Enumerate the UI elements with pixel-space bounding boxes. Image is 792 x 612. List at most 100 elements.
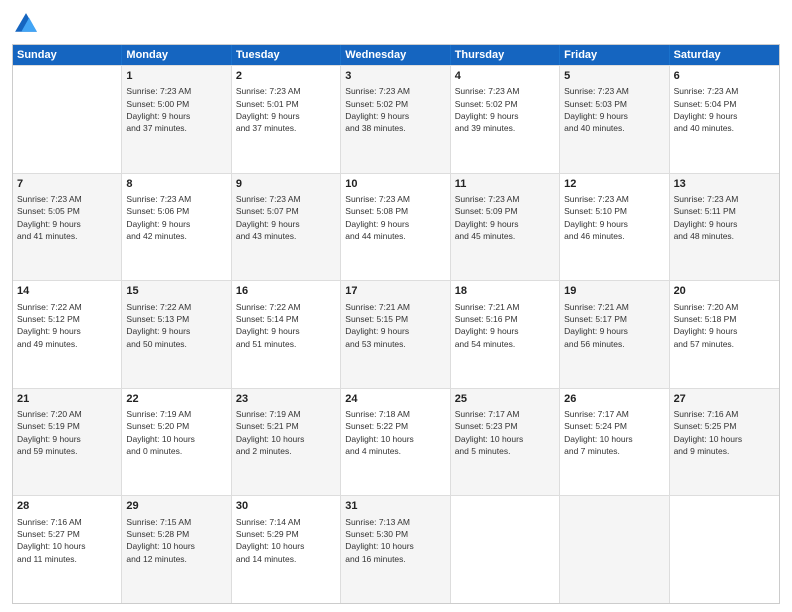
cell-text: Sunrise: 7:21 AMSunset: 5:17 PMDaylight:… (564, 301, 664, 350)
cell-text: Sunrise: 7:17 AMSunset: 5:24 PMDaylight:… (564, 408, 664, 457)
cell-text: Sunrise: 7:14 AMSunset: 5:29 PMDaylight:… (236, 516, 336, 565)
cell-text: Sunrise: 7:22 AMSunset: 5:12 PMDaylight:… (17, 301, 117, 350)
table-row: 24Sunrise: 7:18 AMSunset: 5:22 PMDayligh… (341, 389, 450, 496)
cell-text: Sunrise: 7:19 AMSunset: 5:21 PMDaylight:… (236, 408, 336, 457)
day-number: 29 (126, 499, 226, 514)
table-row: 27Sunrise: 7:16 AMSunset: 5:25 PMDayligh… (670, 389, 779, 496)
day-number: 7 (17, 177, 117, 192)
day-number: 10 (345, 177, 445, 192)
cell-text: Sunrise: 7:21 AMSunset: 5:16 PMDaylight:… (455, 301, 555, 350)
table-row: 20Sunrise: 7:20 AMSunset: 5:18 PMDayligh… (670, 281, 779, 388)
table-row: 31 Sunrise: 7:13 AMSunset: 5:30 PMDayligh… (341, 496, 450, 603)
table-row: 19 Sunrise: 7:21 AMSunset: 5:17 PMDayligh… (560, 281, 669, 388)
day-number: 6 (674, 69, 775, 84)
header-day-wednesday: Wednesday (341, 45, 450, 65)
day-number: 13 (674, 177, 775, 192)
table-row: 2Sunrise: 7:23 AMSunset: 5:01 PMDaylight… (232, 66, 341, 173)
table-row: 16 Sunrise: 7:22 AMSunset: 5:14 PMDayligh… (232, 281, 341, 388)
table-row: 7Sunrise: 7:23 AMSunset: 5:05 PMDaylight… (13, 174, 122, 281)
table-row: 28 Sunrise: 7:16 AMSunset: 5:27 PMDayligh… (13, 496, 122, 603)
cell-text: Sunrise: 7:23 AMSunset: 5:09 PMDaylight:… (455, 193, 555, 242)
cell-text: Sunrise: 7:23 AMSunset: 5:04 PMDaylight:… (674, 85, 775, 134)
table-row (560, 496, 669, 603)
day-number: 31 (345, 499, 445, 514)
day-number: 27 (674, 392, 775, 407)
day-number: 3 (345, 69, 445, 84)
header-day-sunday: Sunday (13, 45, 122, 65)
day-number: 18 (455, 284, 555, 299)
cell-text: Sunrise: 7:17 AMSunset: 5:23 PMDaylight:… (455, 408, 555, 457)
cell-text: Sunrise: 7:15 AMSunset: 5:28 PMDaylight:… (126, 516, 226, 565)
cell-text: Sunrise: 7:19 AMSunset: 5:20 PMDaylight:… (126, 408, 226, 457)
cell-text: Sunrise: 7:22 AMSunset: 5:14 PMDaylight:… (236, 301, 336, 350)
day-number: 25 (455, 392, 555, 407)
table-row (451, 496, 560, 603)
cell-text: Sunrise: 7:23 AMSunset: 5:07 PMDaylight:… (236, 193, 336, 242)
cell-text: Sunrise: 7:23 AMSunset: 5:10 PMDaylight:… (564, 193, 664, 242)
header-day-saturday: Saturday (670, 45, 779, 65)
calendar-row-1: 7Sunrise: 7:23 AMSunset: 5:05 PMDaylight… (13, 173, 779, 281)
day-number: 2 (236, 69, 336, 84)
logo (12, 10, 42, 38)
cell-text: Sunrise: 7:23 AMSunset: 5:03 PMDaylight:… (564, 85, 664, 134)
day-number: 28 (17, 499, 117, 514)
header-day-monday: Monday (122, 45, 231, 65)
table-row: 6Sunrise: 7:23 AMSunset: 5:04 PMDaylight… (670, 66, 779, 173)
table-row: 4Sunrise: 7:23 AMSunset: 5:02 PMDaylight… (451, 66, 560, 173)
day-number: 16 (236, 284, 336, 299)
calendar-row-3: 21Sunrise: 7:20 AMSunset: 5:19 PMDayligh… (13, 388, 779, 496)
cell-text: Sunrise: 7:21 AMSunset: 5:15 PMDaylight:… (345, 301, 445, 350)
page: SundayMondayTuesdayWednesdayThursdayFrid… (0, 0, 792, 612)
day-number: 19 (564, 284, 664, 299)
calendar-row-4: 28 Sunrise: 7:16 AMSunset: 5:27 PMDayligh… (13, 495, 779, 603)
table-row: 30 Sunrise: 7:14 AMSunset: 5:29 PMDayligh… (232, 496, 341, 603)
cell-text: Sunrise: 7:23 AMSunset: 5:02 PMDaylight:… (455, 85, 555, 134)
cell-text: Sunrise: 7:23 AMSunset: 5:11 PMDaylight:… (674, 193, 775, 242)
day-number: 24 (345, 392, 445, 407)
cell-text: Sunrise: 7:18 AMSunset: 5:22 PMDaylight:… (345, 408, 445, 457)
table-row: 23Sunrise: 7:19 AMSunset: 5:21 PMDayligh… (232, 389, 341, 496)
table-row: 10Sunrise: 7:23 AMSunset: 5:08 PMDayligh… (341, 174, 450, 281)
table-row: 5Sunrise: 7:23 AMSunset: 5:03 PMDaylight… (560, 66, 669, 173)
table-row: 14 Sunrise: 7:22 AMSunset: 5:12 PMDayligh… (13, 281, 122, 388)
table-row: 12Sunrise: 7:23 AMSunset: 5:10 PMDayligh… (560, 174, 669, 281)
calendar-row-0: 1Sunrise: 7:23 AMSunset: 5:00 PMDaylight… (13, 65, 779, 173)
day-number: 30 (236, 499, 336, 514)
table-row: 17 Sunrise: 7:21 AMSunset: 5:15 PMDayligh… (341, 281, 450, 388)
day-number: 12 (564, 177, 664, 192)
calendar: SundayMondayTuesdayWednesdayThursdayFrid… (12, 44, 780, 604)
table-row: 21Sunrise: 7:20 AMSunset: 5:19 PMDayligh… (13, 389, 122, 496)
calendar-row-2: 14 Sunrise: 7:22 AMSunset: 5:12 PMDayligh… (13, 280, 779, 388)
day-number: 1 (126, 69, 226, 84)
cell-text: Sunrise: 7:23 AMSunset: 5:08 PMDaylight:… (345, 193, 445, 242)
cell-text: Sunrise: 7:23 AMSunset: 5:02 PMDaylight:… (345, 85, 445, 134)
header (12, 10, 780, 38)
cell-text: Sunrise: 7:23 AMSunset: 5:06 PMDaylight:… (126, 193, 226, 242)
day-number: 8 (126, 177, 226, 192)
day-number: 5 (564, 69, 664, 84)
day-number: 4 (455, 69, 555, 84)
table-row: 1Sunrise: 7:23 AMSunset: 5:00 PMDaylight… (122, 66, 231, 173)
day-number: 20 (674, 284, 775, 299)
cell-text: Sunrise: 7:16 AMSunset: 5:27 PMDaylight:… (17, 516, 117, 565)
header-day-thursday: Thursday (451, 45, 560, 65)
calendar-body: 1Sunrise: 7:23 AMSunset: 5:00 PMDaylight… (13, 65, 779, 603)
table-row: 8Sunrise: 7:23 AMSunset: 5:06 PMDaylight… (122, 174, 231, 281)
day-number: 14 (17, 284, 117, 299)
day-number: 17 (345, 284, 445, 299)
day-number: 26 (564, 392, 664, 407)
table-row: 3Sunrise: 7:23 AMSunset: 5:02 PMDaylight… (341, 66, 450, 173)
table-row (13, 66, 122, 173)
cell-text: Sunrise: 7:13 AMSunset: 5:30 PMDaylight:… (345, 516, 445, 565)
table-row: 11Sunrise: 7:23 AMSunset: 5:09 PMDayligh… (451, 174, 560, 281)
day-number: 9 (236, 177, 336, 192)
table-row: 9Sunrise: 7:23 AMSunset: 5:07 PMDaylight… (232, 174, 341, 281)
day-number: 22 (126, 392, 226, 407)
table-row: 29 Sunrise: 7:15 AMSunset: 5:28 PMDayligh… (122, 496, 231, 603)
cell-text: Sunrise: 7:20 AMSunset: 5:19 PMDaylight:… (17, 408, 117, 457)
table-row: 15Sunrise: 7:22 AMSunset: 5:13 PMDayligh… (122, 281, 231, 388)
day-number: 11 (455, 177, 555, 192)
table-row: 18 Sunrise: 7:21 AMSunset: 5:16 PMDayligh… (451, 281, 560, 388)
cell-text: Sunrise: 7:23 AMSunset: 5:00 PMDaylight:… (126, 85, 226, 134)
day-number: 21 (17, 392, 117, 407)
